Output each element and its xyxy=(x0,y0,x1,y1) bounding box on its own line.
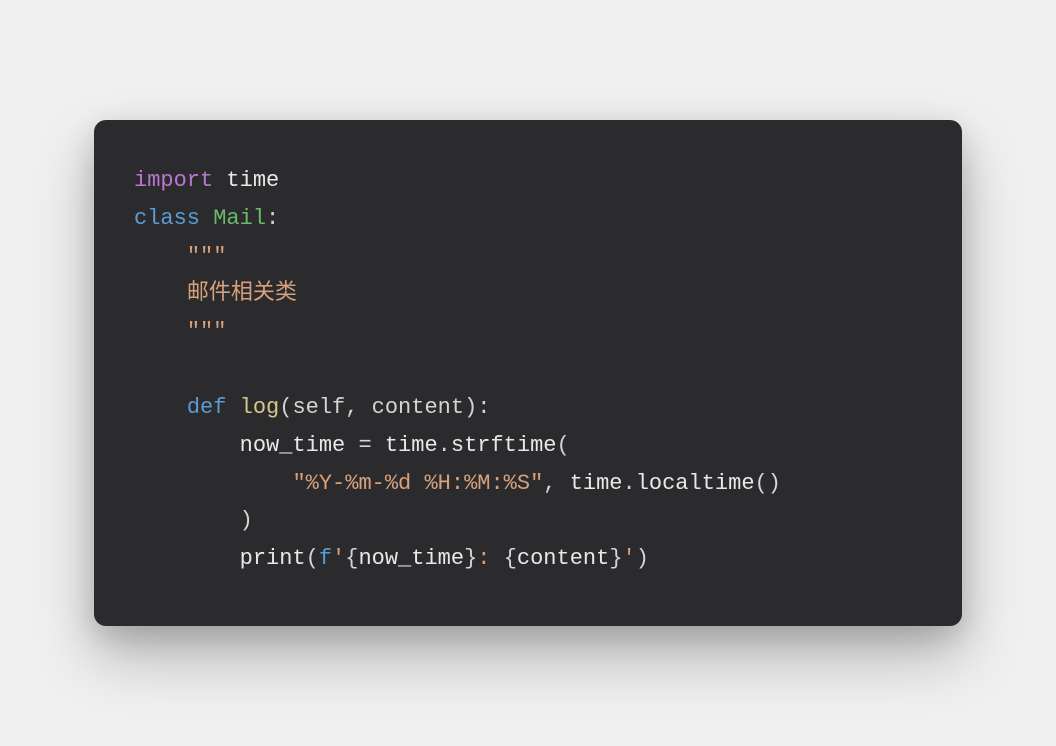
comma: , xyxy=(543,471,569,496)
string-literal: : xyxy=(477,546,503,571)
code-line-3: """ xyxy=(134,238,922,276)
brace-open: { xyxy=(504,546,517,571)
code-line-9: "%Y-%m-%d %H:%M:%S", time.localtime() xyxy=(134,465,922,503)
equals: = xyxy=(358,433,371,458)
code-line-2: class Mail: xyxy=(134,200,922,238)
keyword-def: def xyxy=(187,395,227,420)
indent xyxy=(134,508,240,533)
paren-open: ( xyxy=(306,546,319,571)
paren-open: ( xyxy=(279,395,292,420)
param-content: content xyxy=(372,395,464,420)
format-string: "%Y-%m-%d %H:%M:%S" xyxy=(292,471,543,496)
indent xyxy=(134,244,187,269)
string-quote: ' xyxy=(623,546,636,571)
colon: : xyxy=(266,206,279,231)
code-line-6 xyxy=(134,351,922,389)
paren-close: ) xyxy=(636,546,649,571)
code-line-5: """ xyxy=(134,313,922,351)
code-block: import time class Mail: """ 邮件相关类 """ de… xyxy=(94,120,962,626)
param-self: self xyxy=(292,395,345,420)
parens: () xyxy=(755,471,781,496)
keyword-class: class xyxy=(134,206,200,231)
code-line-10: ) xyxy=(134,502,922,540)
brace-close: } xyxy=(464,546,477,571)
comma: , xyxy=(345,395,371,420)
module-ref: time xyxy=(372,433,438,458)
brace-open: { xyxy=(345,546,358,571)
function-call: localtime xyxy=(636,471,755,496)
fstring-var: content xyxy=(517,546,609,571)
fstring-var: now_time xyxy=(358,546,464,571)
indent xyxy=(134,319,187,344)
colon: : xyxy=(477,395,490,420)
docstring-text: 邮件相关类 xyxy=(187,281,297,306)
indent xyxy=(134,395,187,420)
indent xyxy=(134,281,187,306)
class-name: Mail xyxy=(200,206,266,231)
paren-close: ) xyxy=(240,508,253,533)
code-line-4: 邮件相关类 xyxy=(134,275,922,313)
paren-close: ) xyxy=(464,395,477,420)
keyword-import: import xyxy=(134,168,213,193)
module-ref: time xyxy=(570,471,623,496)
string-quote: ' xyxy=(332,546,345,571)
indent xyxy=(134,471,292,496)
module-name: time xyxy=(213,168,279,193)
brace-close: } xyxy=(609,546,622,571)
paren-open: ( xyxy=(557,433,570,458)
function-call: strftime xyxy=(451,433,557,458)
docstring-quote: """ xyxy=(187,244,227,269)
dot: . xyxy=(623,471,636,496)
code-line-8: now_time = time.strftime( xyxy=(134,427,922,465)
dot: . xyxy=(438,433,451,458)
function-name: log xyxy=(226,395,279,420)
print-call: print xyxy=(240,546,306,571)
code-line-1: import time xyxy=(134,162,922,200)
indent xyxy=(134,546,240,571)
code-line-7: def log(self, content): xyxy=(134,389,922,427)
indent xyxy=(134,433,240,458)
docstring-quote: """ xyxy=(187,319,227,344)
fstring-prefix: f xyxy=(319,546,332,571)
variable: now_time xyxy=(240,433,359,458)
code-line-11: print(f'{now_time}: {content}') xyxy=(134,540,922,578)
